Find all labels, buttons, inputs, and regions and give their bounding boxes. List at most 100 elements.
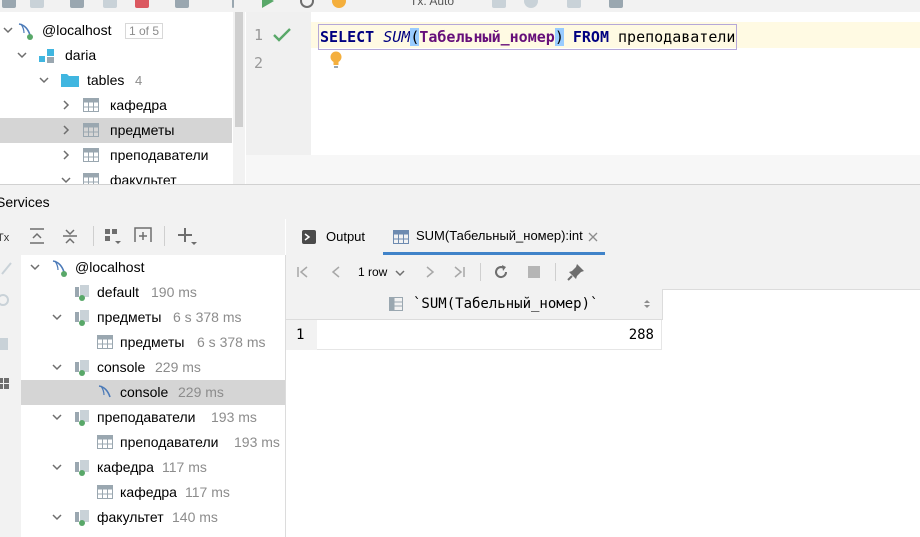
result-cell[interactable]: 288 [317,320,662,350]
chevron-down-icon[interactable] [52,412,62,422]
edit-icon[interactable] [0,261,12,275]
services-toolbar [21,218,285,256]
history-icon[interactable] [300,0,314,8]
chevron-down-icon[interactable] [3,25,13,35]
service-item-result[interactable]: предметы 6 s 378 ms [21,330,285,355]
chevron-down-icon[interactable] [52,512,62,522]
service-item-console-selected[interactable]: console 229 ms [21,380,285,405]
tree-item-tables-folder[interactable]: tables 4 [0,68,232,93]
chevron-down-icon[interactable] [61,175,71,184]
chevron-down-icon[interactable] [39,75,49,85]
result-toolbar: 1 row [286,255,920,290]
service-item-session[interactable]: преподаватели 193 ms [21,405,285,430]
chevron-down-icon[interactable] [17,50,27,60]
last-page-icon[interactable] [452,265,466,279]
service-label: default [97,284,140,300]
sql-function: SUM [383,28,411,46]
service-time: 6 s 378 ms [173,309,242,325]
group-by-icon[interactable] [104,228,122,246]
table-icon [393,230,409,244]
tx-icon[interactable]: Tx [0,232,9,244]
tree-item-table-selected[interactable]: предметы [0,118,232,143]
filter-icon[interactable] [103,0,117,8]
next-page-icon[interactable] [423,265,437,279]
lightbulb-icon[interactable] [329,51,343,69]
service-item-host[interactable]: @localhost [21,255,285,280]
new-service-icon[interactable] [133,226,153,244]
service-item-session[interactable]: default 190 ms [21,280,285,305]
table-icon [83,98,99,112]
chevron-right-icon[interactable] [61,150,71,160]
tree-item-table[interactable]: кафедра [0,93,232,118]
table-icon [97,435,113,449]
tree-scrollbar-thumb[interactable] [235,12,243,127]
service-time: 140 ms [172,509,218,525]
first-page-icon[interactable] [296,265,310,279]
rollback-icon[interactable] [524,0,538,8]
rows-count-selector[interactable]: 1 row [358,264,387,280]
database-explorer: @localhost 1 of 5 daria tables 4 кафедра… [0,12,246,184]
commit-icon[interactable] [492,0,506,8]
chevron-down-icon[interactable] [52,312,62,322]
service-item-session[interactable]: факультет 140 ms [21,505,285,530]
stop-icon[interactable] [135,0,149,8]
tree-item-localhost[interactable]: @localhost 1 of 5 [0,18,232,43]
tree-item-table[interactable]: преподаватели [0,143,232,168]
chevron-right-icon[interactable] [61,125,71,135]
add-icon[interactable] [177,227,197,247]
reload-icon[interactable] [493,264,509,280]
console-icon [98,385,111,398]
toolbar-separator [164,226,165,246]
chevron-down-icon[interactable] [395,268,405,278]
grid-icon[interactable] [609,0,623,8]
tab-result[interactable]: SUM(Табельный_номер):int [383,218,605,255]
row-number: 1 [296,327,305,343]
stop-icon[interactable] [0,338,8,350]
table-icon[interactable] [175,0,189,8]
console-output-icon [302,230,316,244]
copy-icon[interactable] [30,0,44,8]
tree-item-table[interactable]: факультет [0,168,232,184]
stop-icon[interactable] [528,266,540,278]
restart-icon[interactable] [0,293,10,307]
close-icon[interactable] [588,232,598,242]
folder-icon [61,74,79,87]
grid-column-header[interactable]: `SUM(Табельный_номер)` [317,289,663,320]
collapse-all-icon[interactable] [62,228,78,244]
mysql-icon [18,23,33,40]
sql-statement[interactable]: SELECT SUM(Табельный_номер) FROM препода… [318,24,738,50]
mysql-icon [52,260,67,277]
layout-icon[interactable] [0,378,10,390]
service-item-session[interactable]: кафедра 117 ms [21,455,285,480]
service-item-session[interactable]: предметы 6 s 378 ms [21,305,285,330]
tree-item-database[interactable]: daria [0,43,232,68]
checkmark-icon [273,28,291,42]
service-label: console [97,359,146,375]
run-icon[interactable] [262,0,274,8]
chevron-right-icon[interactable] [61,100,71,110]
session-icon [75,360,89,376]
line-number: 2 [254,54,264,72]
pin-icon[interactable] [567,263,585,281]
service-item-result[interactable]: кафедра 117 ms [21,480,285,505]
service-item-result[interactable]: преподаватели 193 ms [21,430,285,455]
service-time: 229 ms [178,384,224,400]
table-icon [83,173,99,184]
expand-all-icon[interactable] [29,228,45,244]
column-icon [389,297,403,311]
profile-icon[interactable] [332,0,346,8]
service-time: 117 ms [185,484,230,500]
chevron-down-icon[interactable] [30,262,40,272]
tx-mode-selector[interactable]: Tx: Auto [410,0,454,8]
chevron-down-icon[interactable] [52,462,62,472]
table-icon [97,485,113,499]
sort-icon[interactable] [643,298,651,310]
previous-page-icon[interactable] [329,265,343,279]
chevron-down-icon[interactable] [52,362,62,372]
service-time: 6 s 378 ms [197,334,266,350]
refresh-icon[interactable] [70,0,84,8]
settings-icon[interactable] [2,0,16,8]
service-label: факультет [97,509,164,525]
cancel-icon[interactable] [567,0,581,8]
service-item-session[interactable]: console 229 ms [21,355,285,380]
